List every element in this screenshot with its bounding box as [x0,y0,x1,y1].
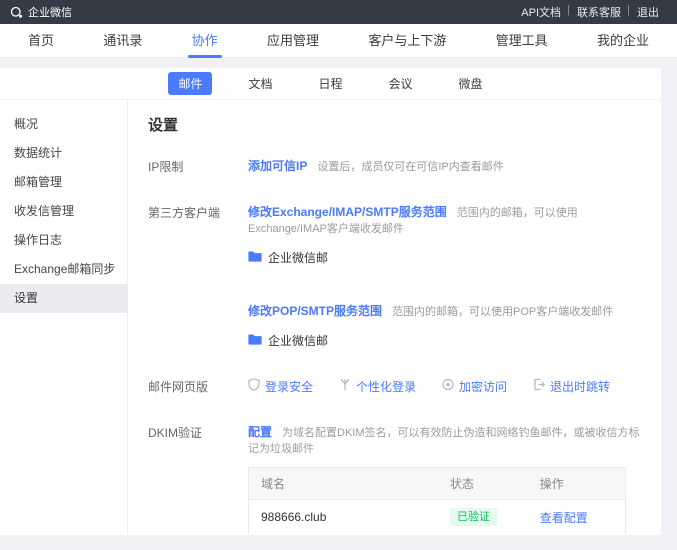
status-badge: 已验证 [450,508,497,526]
app-title: 企业微信 [28,4,72,20]
tab-meeting[interactable]: 会议 [379,72,423,95]
table-header-domain: 域名 [249,468,439,500]
nav-item-contacts[interactable]: 通讯录 [103,24,142,58]
nav-item-customers[interactable]: 客户与上下游 [368,24,446,58]
logout-redirect-link[interactable]: 退出时跳转 [550,378,610,395]
folder-icon [248,250,262,265]
main-nav: 首页 通讯录 协作 应用管理 客户与上下游 管理工具 我的企业 [0,24,677,58]
encrypted-access-link[interactable]: 加密访问 [459,378,507,395]
topbar-link-contact-support[interactable]: 联系客服 [569,4,629,20]
add-trusted-ip-link[interactable]: 添加可信IP [248,159,307,173]
table-header-action: 操作 [528,468,626,500]
sidebar-item-mailbox-mgmt[interactable]: 邮箱管理 [0,168,127,197]
pop-scope-chip: 企业微信邮 [248,332,328,349]
section-dkim: DKIM验证 配置为域名配置DKIM签名，可以有效防止伪造和网络钓鱼邮件，或被收… [148,423,643,534]
dkim-desc: 为域名配置DKIM签名，可以有效防止伪造和网络钓鱼邮件，或被收信方标记为垃圾邮件 [248,427,640,455]
table-header-status: 状态 [438,468,528,500]
pop-scope-desc: 范围内的邮箱，可以使用POP客户端收发邮件 [392,306,613,318]
tab-mail[interactable]: 邮件 [168,72,212,95]
nav-item-home[interactable]: 首页 [28,24,54,58]
topbar-link-logout[interactable]: 退出 [629,4,667,20]
tab-drive[interactable]: 微盘 [449,72,493,95]
settings-panel: 设置 IP限制 添加可信IP 设置后，成员仅可在可信IP内查看邮件 第三方客户端 … [128,100,661,534]
edit-exchange-scope-link[interactable]: 修改Exchange/IMAP/SMTP服务范围 [248,205,447,219]
collab-subtabs: 邮件 文档 日程 会议 微盘 [0,68,661,100]
dkim-config-link[interactable]: 配置 [248,425,272,439]
nav-item-apps[interactable]: 应用管理 [267,24,319,58]
ip-restriction-desc: 设置后，成员仅可在可信IP内查看邮件 [317,161,503,173]
exchange-scope-value: 企业微信邮 [268,249,328,266]
exchange-scope-chip: 企业微信邮 [248,249,328,266]
table-row: 988666.club 已验证 查看配置 [249,500,626,535]
sidebar-item-statistics[interactable]: 数据统计 [0,139,127,168]
topbar-links: API文档 联系客服 退出 [513,4,667,20]
personalized-login-link[interactable]: 个性化登录 [356,378,416,395]
wecom-brand[interactable]: 企业微信 [10,4,72,20]
view-config-link[interactable]: 查看配置 [540,511,588,525]
tab-calendar[interactable]: 日程 [308,72,352,95]
sidebar-item-settings[interactable]: 设置 [0,284,127,313]
sidebar-item-operation-log[interactable]: 操作日志 [0,226,127,255]
section-label: IP限制 [148,157,248,175]
webmail-personalized-login: 个性化登录 [339,378,416,395]
domain-cell: 988666.club [249,500,439,535]
sidebar-item-send-receive[interactable]: 收发信管理 [0,197,127,226]
content-card: 邮件 文档 日程 会议 微盘 概况 数据统计 邮箱管理 收发信管理 操作日志 E… [0,68,661,535]
tab-docs[interactable]: 文档 [238,72,282,95]
edit-pop-scope-link[interactable]: 修改POP/SMTP服务范围 [248,304,382,318]
nav-item-my-company[interactable]: 我的企业 [597,24,649,58]
page-title: 设置 [148,114,643,135]
mail-sidebar: 概况 数据统计 邮箱管理 收发信管理 操作日志 Exchange邮箱同步 设置 [0,100,128,534]
nav-item-admin-tools[interactable]: 管理工具 [496,24,548,58]
webmail-login-security: 登录安全 [248,378,313,395]
nav-item-collaboration[interactable]: 协作 [192,24,218,58]
topbar: 企业微信 API文档 联系客服 退出 [0,0,677,24]
dkim-domain-table: 域名 状态 操作 988666.club 已验证 查看配置 [248,467,626,534]
personalized-login-icon [339,378,351,394]
section-ip-restriction: IP限制 添加可信IP 设置后，成员仅可在可信IP内查看邮件 [148,157,643,175]
sidebar-item-overview[interactable]: 概况 [0,110,127,139]
login-security-icon [248,378,260,394]
section-webmail: 邮件网页版 登录安全 个性化登录 [148,377,643,395]
logout-redirect-icon [533,378,545,394]
wecom-logo-icon [10,6,23,19]
sidebar-item-exchange-sync[interactable]: Exchange邮箱同步 [0,255,127,284]
topbar-link-api-docs[interactable]: API文档 [513,4,569,20]
section-label: 第三方客户端 [148,203,248,349]
webmail-encrypted-access: 加密访问 [442,378,507,395]
section-label: 邮件网页版 [148,377,248,395]
encrypted-access-icon [442,378,454,394]
section-third-party-clients: 第三方客户端 修改Exchange/IMAP/SMTP服务范围范围内的邮箱，可以… [148,203,643,349]
folder-icon [248,333,262,348]
webmail-logout-redirect: 退出时跳转 [533,378,610,395]
section-label: DKIM验证 [148,423,248,534]
pop-scope-value: 企业微信邮 [268,332,328,349]
login-security-link[interactable]: 登录安全 [265,378,313,395]
